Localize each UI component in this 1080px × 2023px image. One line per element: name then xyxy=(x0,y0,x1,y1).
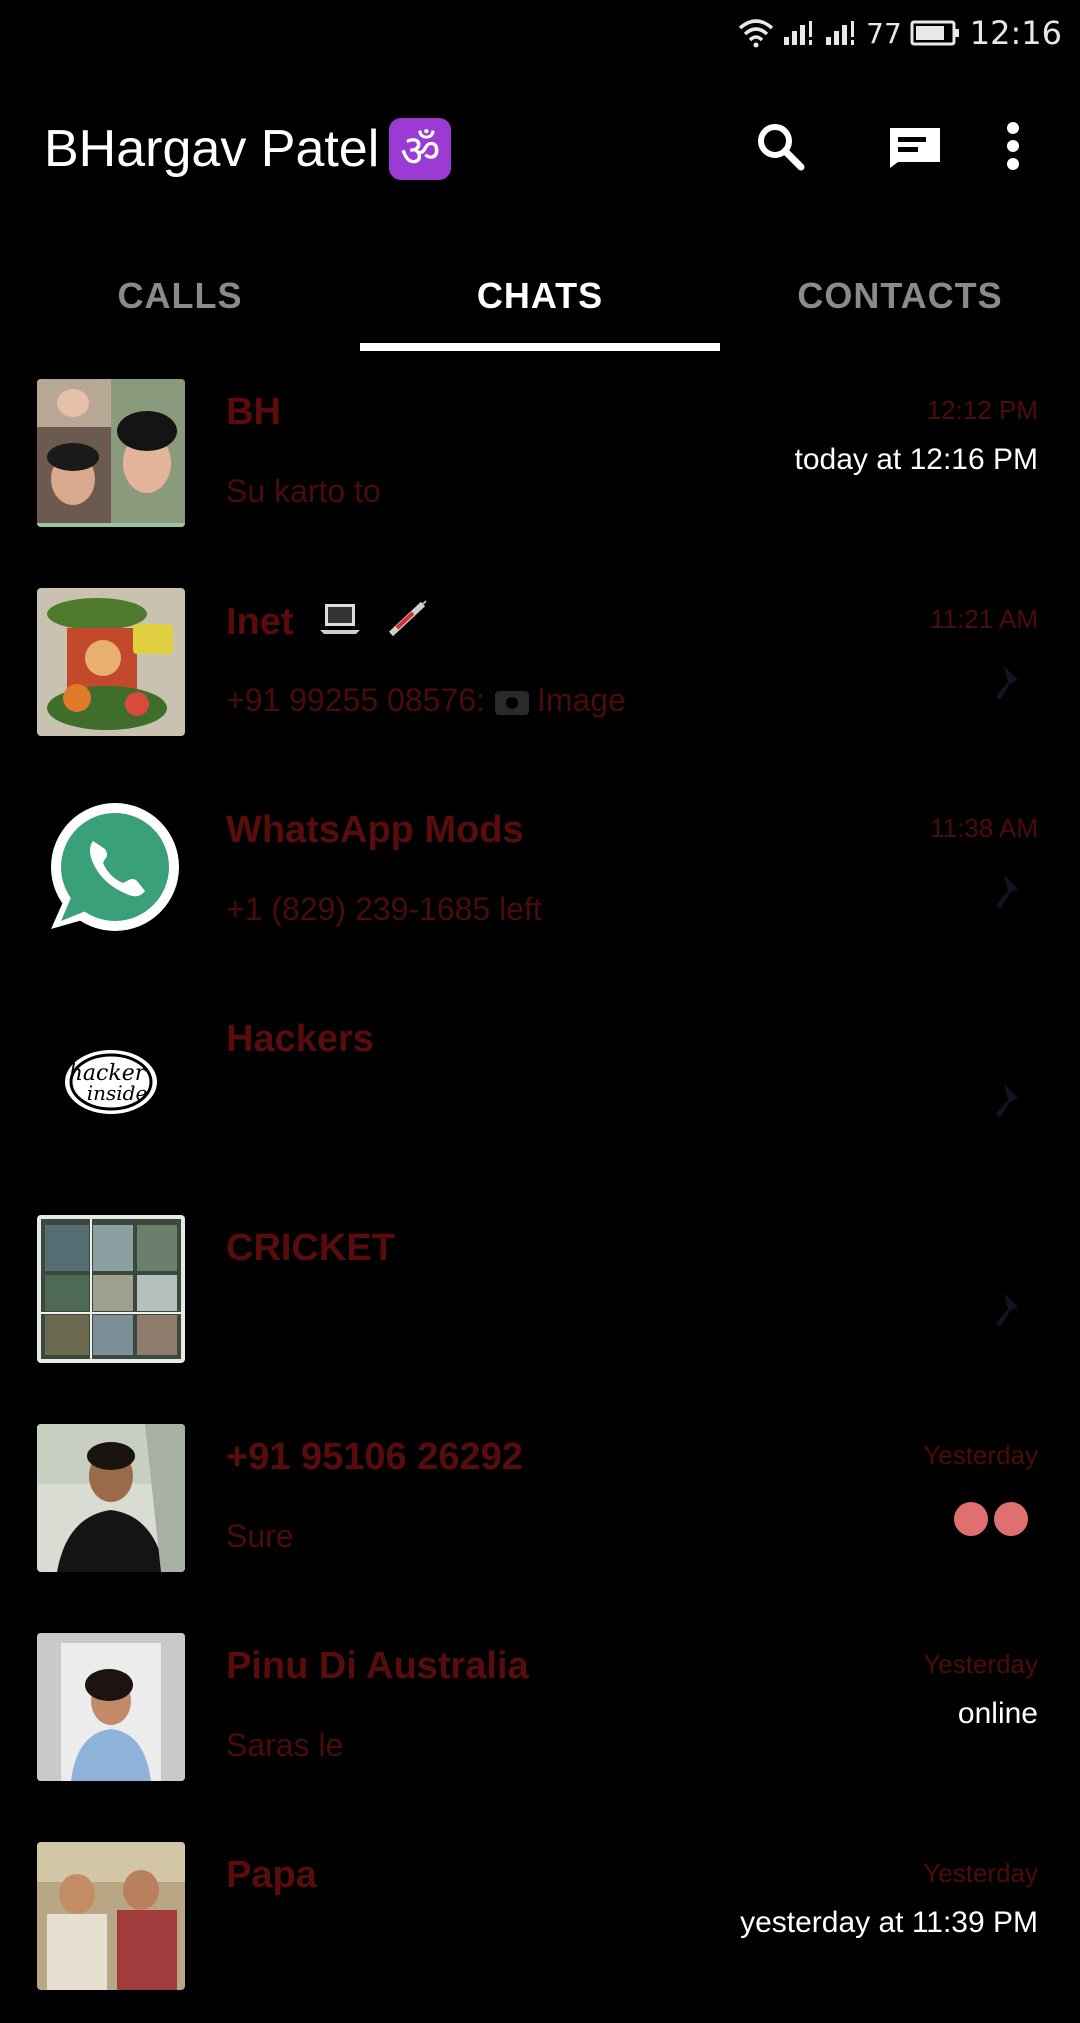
chat-preview: +91 99255 08576: Image xyxy=(226,682,626,719)
signal-icon-2 xyxy=(824,19,858,47)
laptop-emoji-icon xyxy=(318,602,362,646)
chat-list: BH Su karto to 12:12 PM today at 12:16 P… xyxy=(0,351,1080,2023)
avatar[interactable] xyxy=(37,588,185,736)
chat-time: 11:38 AM xyxy=(930,813,1038,843)
chat-name: CRICKET xyxy=(226,1227,395,1269)
chat-name: Pinu Di Australia xyxy=(226,1645,529,1687)
chat-time: Yesterday xyxy=(923,1649,1038,1679)
preview-text: Image xyxy=(536,682,626,718)
chat-row-hackers[interactable]: hacker inside Hackers xyxy=(0,978,1080,1187)
syringe-emoji-icon xyxy=(387,600,427,648)
avatar[interactable]: hacker inside xyxy=(37,1006,185,1154)
om-emoji: ॐ xyxy=(389,118,452,180)
avatar[interactable] xyxy=(37,1842,185,1990)
avatar[interactable] xyxy=(37,1424,185,1572)
more-vert-icon xyxy=(1007,122,1019,170)
wifi-icon xyxy=(738,18,774,48)
tab-contacts[interactable]: CONTACTS xyxy=(720,241,1080,351)
tab-calls[interactable]: CALLS xyxy=(0,241,360,351)
chat-row-cricket[interactable]: CRICKET xyxy=(0,1187,1080,1396)
hacker-inside-logo-icon: hacker inside xyxy=(37,1006,185,1154)
avatar[interactable] xyxy=(37,797,185,945)
chat-time: 11:21 AM xyxy=(930,604,1038,634)
chat-row-papa[interactable]: Papa Yesterday yesterday at 11:39 PM xyxy=(0,1814,1080,2023)
more-options-button[interactable] xyxy=(978,111,1048,181)
chat-row-pinu-di-australia[interactable]: Pinu Di Australia Saras le Yesterday onl… xyxy=(0,1605,1080,1814)
avatar[interactable] xyxy=(37,379,185,527)
chat-preview: Su karto to xyxy=(226,473,381,509)
last-seen-status: yesterday at 11:39 PM xyxy=(740,1906,1038,1939)
chat-time: 12:12 PM xyxy=(926,395,1038,425)
chat-time: Yesterday xyxy=(923,1858,1038,1888)
preview-sender: +91 99255 08576: xyxy=(226,682,485,718)
status-bar: 77 12:16 xyxy=(0,0,1080,66)
chat-name: +91 95106 26292 xyxy=(226,1436,523,1478)
whatsapp-logo-icon xyxy=(37,797,185,945)
last-seen-status: today at 12:16 PM xyxy=(794,443,1039,476)
chat-preview: Sure xyxy=(226,1518,294,1554)
chat-preview: +1 (829) 239-1685 left xyxy=(226,891,542,927)
inside-text: inside xyxy=(87,1081,148,1105)
signal-icon xyxy=(782,19,816,47)
battery-level: 77 xyxy=(866,16,902,50)
search-button[interactable] xyxy=(745,111,815,181)
unread-indicator xyxy=(954,1502,1028,1536)
chat-row-inet[interactable]: Inet +91 99255 08576: Image 11:21 AM xyxy=(0,560,1080,769)
page-title: BHargav Patel ॐ xyxy=(44,118,452,180)
chat-name-text: Inet xyxy=(226,601,294,644)
compose-icon xyxy=(890,128,940,168)
app-bar: BHargav Patel ॐ xyxy=(0,66,1080,241)
pin-icon xyxy=(996,1293,1018,1327)
app-title-text: BHargav Patel xyxy=(44,120,380,178)
tab-bar: CALLS CHATS CONTACTS xyxy=(0,241,1080,351)
chat-name: BH xyxy=(226,391,281,433)
chat-row-whatsapp-mods[interactable]: WhatsApp Mods +1 (829) 239-1685 left 11:… xyxy=(0,769,1080,978)
new-chat-button[interactable] xyxy=(880,111,950,181)
tab-chats[interactable]: CHATS xyxy=(360,241,720,351)
search-icon xyxy=(758,124,805,171)
chat-name: Inet xyxy=(226,600,427,648)
chat-time: Yesterday xyxy=(923,1440,1038,1470)
pin-icon xyxy=(996,875,1018,909)
pin-icon xyxy=(996,1084,1018,1118)
avatar[interactable] xyxy=(37,1633,185,1781)
pin-icon xyxy=(996,666,1018,700)
chat-name: Hackers xyxy=(226,1018,374,1060)
chat-preview: Saras le xyxy=(226,1727,344,1763)
avatar[interactable] xyxy=(37,1215,185,1363)
chat-name: Papa xyxy=(226,1854,317,1896)
camera-icon xyxy=(494,690,529,715)
unread-dot xyxy=(994,1502,1028,1536)
chat-row-phone-number[interactable]: +91 95106 26292 Sure Yesterday xyxy=(0,1396,1080,1605)
chat-name: WhatsApp Mods xyxy=(226,809,524,851)
clock: 12:16 xyxy=(969,14,1062,52)
battery-icon xyxy=(910,19,962,47)
unread-dot xyxy=(954,1502,988,1536)
online-status: online xyxy=(957,1697,1038,1730)
chat-row-bh[interactable]: BH Su karto to 12:12 PM today at 12:16 P… xyxy=(0,351,1080,560)
